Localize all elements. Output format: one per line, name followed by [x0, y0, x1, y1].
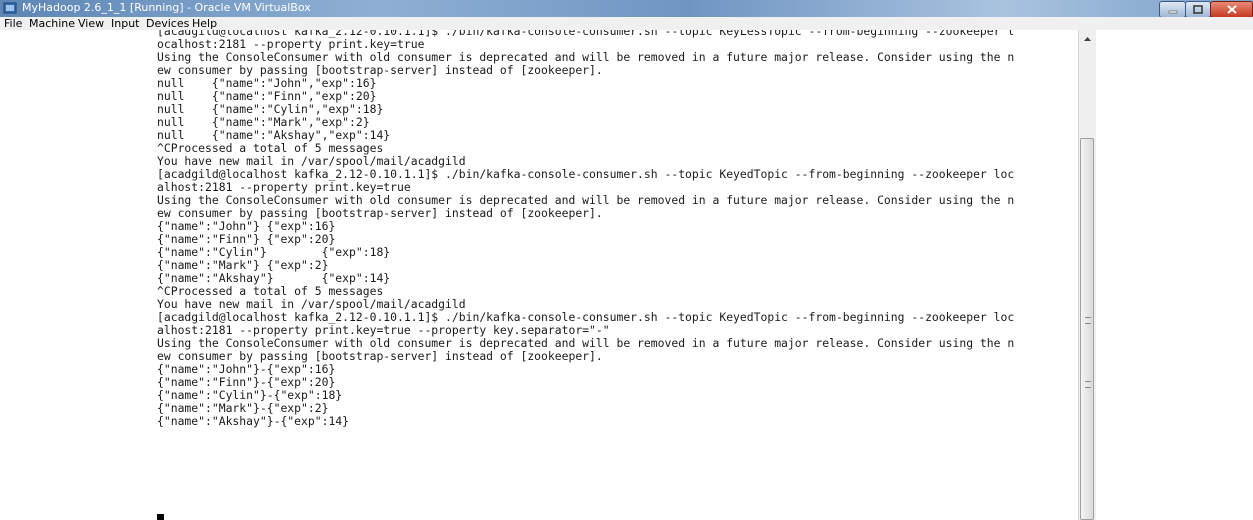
window-titlebar[interactable]: MyHadoop 2.6_1_1 [Running] - Oracle VM V…	[0, 0, 1253, 18]
terminal-output: [acadgild@localhost kafka_2.12-0.10.1.1]…	[157, 30, 1077, 428]
minimize-button[interactable]	[1159, 1, 1186, 18]
menu-view[interactable]: View	[78, 17, 104, 30]
window-title: MyHadoop 2.6_1_1 [Running] - Oracle VM V…	[22, 1, 311, 14]
menu-file[interactable]: File	[4, 17, 22, 30]
maximize-icon	[1193, 5, 1203, 14]
close-icon	[1226, 5, 1237, 14]
menu-bar: File Machine View Input Devices Help	[0, 17, 1253, 30]
scrollbar-thumb[interactable]	[1080, 138, 1094, 520]
menu-devices[interactable]: Devices	[146, 17, 189, 30]
close-button[interactable]	[1210, 1, 1253, 18]
terminal-screen[interactable]: [acadgild@localhost kafka_2.12-0.10.1.1]…	[0, 30, 1253, 520]
minimize-icon	[1168, 10, 1177, 13]
menu-input[interactable]: Input	[111, 17, 139, 30]
menu-help[interactable]: Help	[192, 17, 217, 30]
virtualbox-icon	[3, 2, 17, 14]
menu-machine[interactable]: Machine	[29, 17, 75, 30]
scroll-up-arrow-icon[interactable]	[1079, 30, 1096, 47]
vertical-scrollbar[interactable]	[1078, 30, 1096, 520]
scroll-grip-icon	[1085, 317, 1091, 324]
maximize-button[interactable]	[1185, 1, 1211, 18]
terminal-line: {"name":"Akshay"}-{"exp":14}	[157, 414, 350, 428]
terminal-cursor	[157, 514, 164, 520]
scroll-grip-icon	[1085, 381, 1091, 388]
